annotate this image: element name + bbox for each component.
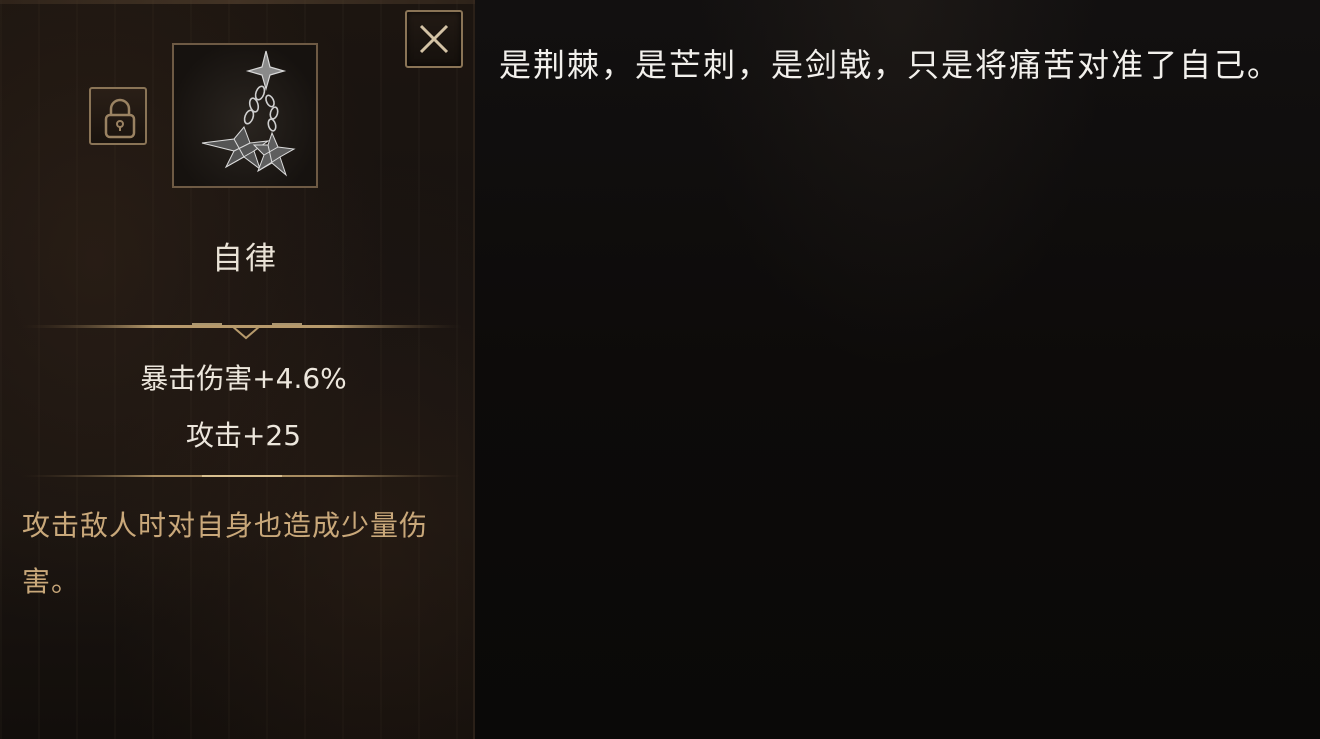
item-detail-screen: 自律 暴击伤害+4.6% 攻击+25 攻击敌人时对自身也造成少量伤害。 是荆棘，… (0, 0, 1320, 739)
spiked-flail-icon (201, 50, 296, 177)
stat-crit-damage: 暴击伤害+4.6% (140, 362, 347, 395)
lock-button[interactable] (89, 87, 147, 145)
divider-ornament-top (22, 318, 462, 342)
item-effect-description: 攻击敌人时对自身也造成少量伤害。 (22, 509, 429, 598)
item-info-panel: 自律 暴击伤害+4.6% 攻击+25 攻击敌人时对自身也造成少量伤害。 (0, 0, 475, 739)
panel-top-edge (0, 0, 475, 4)
divider-ornament-bottom (22, 468, 462, 484)
lore-panel: 是荆棘，是芒刺，是剑戟，只是将痛苦对准了自己。 (475, 0, 1320, 739)
item-lore-text: 是荆棘，是芒刺，是剑戟，只是将痛苦对准了自己。 (499, 46, 1282, 84)
close-button[interactable] (405, 10, 463, 68)
item-icon-frame (172, 43, 318, 188)
item-name: 自律 (212, 241, 278, 277)
close-icon (419, 24, 449, 54)
stat-attack: 攻击+25 (185, 419, 302, 452)
lock-icon (104, 98, 136, 139)
